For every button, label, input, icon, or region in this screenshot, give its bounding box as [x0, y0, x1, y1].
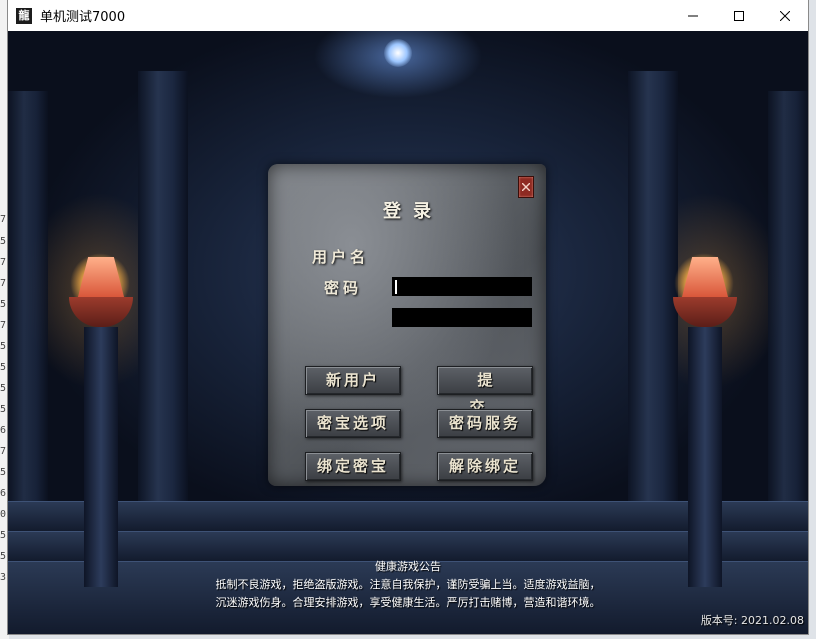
- lamp-pillar: [688, 327, 722, 587]
- desktop-edge-digit: 6: [0, 425, 7, 436]
- close-icon: [522, 183, 530, 191]
- lamp-pillar: [84, 327, 118, 587]
- desktop-edge-digit: 5: [0, 341, 7, 352]
- notice-heading: 健康游戏公告: [375, 560, 441, 573]
- username-input[interactable]: [392, 277, 532, 296]
- stone-pillar: [628, 71, 678, 501]
- desktop-edge-digit: 7: [0, 446, 7, 457]
- bind-secret-button[interactable]: 绑定密宝: [305, 452, 401, 481]
- desktop-edge-digit: 6: [0, 488, 7, 499]
- desktop-edge-digit: 5: [0, 383, 7, 394]
- password-label: 密码: [324, 279, 363, 297]
- username-label: 用户名: [312, 248, 370, 266]
- game-window: 龍 单机测试7000 登录 用户名 密码 新用户 提 交 密宝选项 密码服务 绑…: [8, 0, 808, 634]
- close-icon: [780, 10, 790, 21]
- app-dragon-icon: 龍: [16, 7, 32, 24]
- desktop-edge-digit: 0: [0, 509, 7, 520]
- secret-options-button[interactable]: 密宝选项: [305, 409, 401, 438]
- desktop-edge-digit: 5: [0, 530, 7, 541]
- desktop-edge-digit: 3: [0, 572, 7, 583]
- title-bar[interactable]: 龍 单机测试7000: [8, 0, 808, 31]
- desktop-edge-digit: 5: [0, 404, 7, 415]
- close-window-button[interactable]: [762, 0, 808, 31]
- window-title: 单机测试7000: [40, 10, 126, 25]
- desktop-edge-digit: 5: [0, 362, 7, 373]
- maximize-button[interactable]: [716, 0, 762, 31]
- window-controls: [670, 0, 808, 31]
- submit-button[interactable]: 提 交: [437, 366, 533, 416]
- desktop-edge-digit: 7: [0, 278, 7, 289]
- game-scene: 登录 用户名 密码 新用户 提 交 密宝选项 密码服务 绑定密宝 解除绑定 健康…: [8, 31, 808, 634]
- desktop-edge-digit: 5: [0, 299, 7, 310]
- desktop-edge-digit: 5: [0, 551, 7, 562]
- panel-close-button[interactable]: [518, 176, 534, 198]
- password-input[interactable]: [392, 308, 532, 327]
- desktop-edge-digit: 7: [0, 257, 7, 268]
- notice-line: 沉迷游戏伤身。合理安排游戏，享受健康生活。严厉打击赌博，营造和谐环境。: [215, 596, 601, 609]
- unbind-button[interactable]: 解除绑定: [437, 452, 533, 481]
- stone-pillar: [138, 71, 188, 501]
- new-user-button[interactable]: 新用户: [305, 366, 401, 395]
- lamp-bowl: [673, 297, 737, 327]
- maximize-icon: [734, 10, 744, 21]
- desktop-edge-digit: 7: [0, 214, 7, 225]
- desktop-edge-digit: 5: [0, 467, 7, 478]
- desktop-edge-digit: 7: [0, 320, 7, 331]
- login-title: 登录: [383, 201, 443, 222]
- password-service-button[interactable]: 密码服务: [437, 409, 533, 438]
- minimize-button[interactable]: [670, 0, 716, 31]
- text-caret: [395, 280, 397, 294]
- notice-line: 抵制不良游戏，拒绝盗版游戏。注意自我保护，谨防受骗上当。适度游戏益脑，: [215, 578, 601, 591]
- desktop-edge-digit: 5: [0, 236, 7, 247]
- minimize-icon: [688, 15, 698, 16]
- version-label: 版本号: 2021.02.08: [700, 614, 804, 627]
- lamp-bowl: [69, 297, 133, 327]
- glowing-orb-icon: [384, 39, 412, 67]
- login-panel: 登录 用户名 密码 新用户 提 交 密宝选项 密码服务 绑定密宝 解除绑定: [268, 164, 546, 486]
